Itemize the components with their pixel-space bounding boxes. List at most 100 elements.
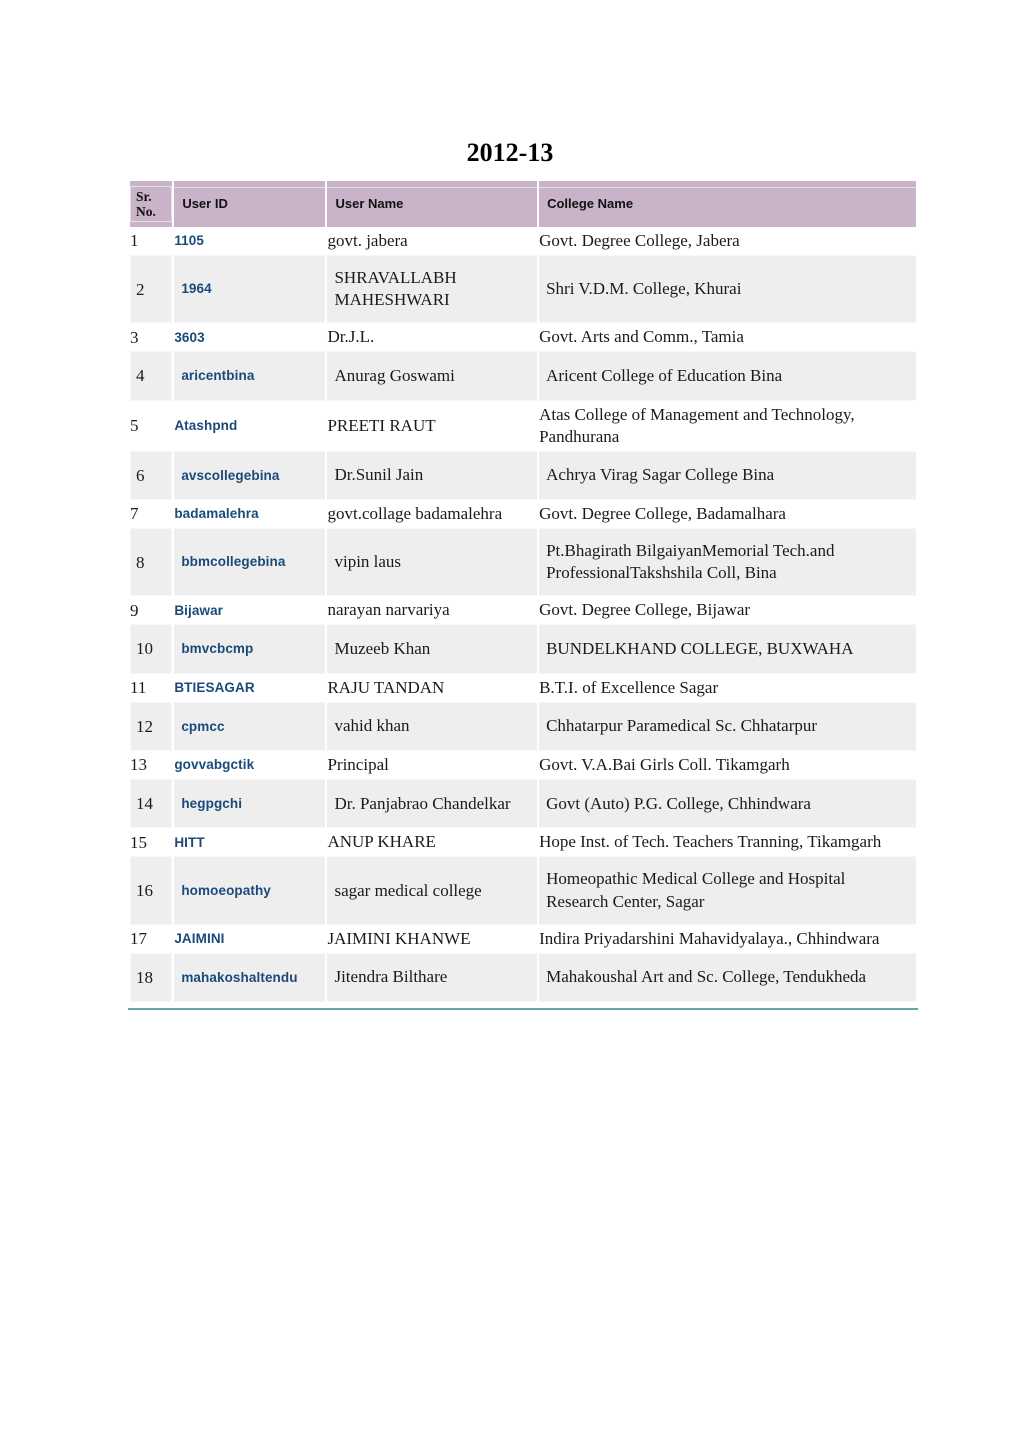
- table-row: 12 cpmcc vahid khan Chhatarpur Paramedical …: [130, 701, 916, 752]
- cell-user-name: Dr. Panjabrao Chandelkar: [327, 779, 538, 829]
- cell-user-id: bbmcollegebina: [174, 528, 326, 597]
- cell-user-name: ANUP KHARE: [327, 831, 538, 854]
- cell-user-id: homoeopathy: [174, 856, 326, 925]
- cell-sr-no: 14: [130, 779, 173, 829]
- cell-sr-no: 17: [130, 927, 173, 950]
- cell-user-id: Bijawar: [174, 599, 326, 622]
- table-row: 15 HITT ANUP KHARE Hope Inst. of Tech. Teac…: [130, 831, 916, 854]
- cell-user-id: mahakoshaltendu: [174, 952, 326, 1002]
- cell-user-name: govt. jabera: [327, 230, 538, 253]
- cell-user-id: 1964: [174, 255, 326, 324]
- table-row: 10 bmvcbcmp Muzeeb Khan BUNDELKHAND COLLEGE…: [130, 624, 916, 674]
- cell-college-name: Shri V.D.M. College, Khurai: [539, 255, 916, 324]
- cell-user-id: hegpgchi: [174, 779, 326, 829]
- table-row: 3 3603 Dr.J.L. Govt. Arts and Comm., Tamia: [130, 326, 916, 349]
- user-table-container: Sr. No. User ID User Name College Name 11…: [128, 178, 918, 1010]
- cell-user-name: SHRAVALLABH MAHESHWARI: [327, 255, 538, 324]
- cell-college-name: Hope Inst. of Tech. Teachers Tranning, T…: [539, 831, 916, 854]
- cell-sr-no: 16: [130, 856, 173, 925]
- cell-user-name: Dr.J.L.: [327, 326, 538, 349]
- table-row: 4 aricentbina Anurag Goswami Aricent Colleg…: [130, 351, 916, 401]
- table-row: 5 Atashpnd PREETI RAUT Atas College of Mana…: [130, 403, 916, 448]
- cell-sr-no: 9: [130, 599, 173, 622]
- cell-user-id: 3603: [174, 326, 326, 349]
- cell-college-name: B.T.I. of Excellence Sagar: [539, 676, 916, 699]
- document-page: 2012-13 Sr. No. User ID User Name Colleg…: [0, 0, 1020, 1443]
- table-header-row: Sr. No. User ID User Name College Name: [130, 181, 916, 227]
- cell-college-name: Atas College of Management and Technolog…: [539, 403, 916, 448]
- table-row: 8 bbmcollegebina vipin laus Pt.Bhagirath Bi…: [130, 528, 916, 597]
- cell-sr-no: 18: [130, 952, 173, 1002]
- cell-user-name: Anurag Goswami: [327, 351, 538, 401]
- table-row: 13 govvabgctik Principal Govt. V.A.Bai Girl…: [130, 754, 916, 777]
- cell-sr-no: 10: [130, 624, 173, 674]
- cell-college-name: Govt (Auto) P.G. College, Chhindwara: [539, 779, 916, 829]
- cell-college-name: Govt. Degree College, Bijawar: [539, 599, 916, 622]
- cell-college-name: BUNDELKHAND COLLEGE, BUXWAHA: [539, 624, 916, 674]
- cell-college-name: Mahakoushal Art and Sc. College, Tendukh…: [539, 952, 916, 1002]
- table-row: 2 1964 SHRAVALLABH MAHESHWARI Shri V.D.M. C…: [130, 255, 916, 324]
- column-header-sr-no-label: Sr. No.: [130, 185, 173, 223]
- column-header-user-name: User Name: [327, 181, 538, 227]
- cell-user-name: Dr.Sunil Jain: [327, 450, 538, 501]
- column-header-sr-no: Sr. No.: [130, 181, 173, 227]
- cell-sr-no: 11: [130, 676, 173, 699]
- table-row: 1 1105 govt. jabera Govt. Degree College, J…: [130, 230, 916, 253]
- cell-sr-no: 3: [130, 326, 173, 349]
- table-row: 18 mahakoshaltendu Jitendra Bilthare Mahako…: [130, 952, 916, 1002]
- cell-college-name: Achrya Virag Sagar College Bina: [539, 450, 916, 501]
- cell-college-name: Pt.Bhagirath BilgaiyanMemorial Tech.and …: [539, 528, 916, 597]
- cell-college-name: Aricent College of Education Bina: [539, 351, 916, 401]
- cell-user-name: govt.collage badamalehra: [327, 503, 538, 526]
- table-row: 11 BTIESAGAR RAJU TANDAN B.T.I. of Excellen…: [130, 676, 916, 699]
- cell-user-id: bmvcbcmp: [174, 624, 326, 674]
- cell-user-name: JAIMINI KHANWE: [327, 927, 538, 950]
- column-header-college-name-label: College Name: [539, 187, 916, 221]
- cell-user-name: PREETI RAUT: [327, 403, 538, 448]
- cell-user-name: Principal: [327, 754, 538, 777]
- cell-sr-no: 6: [130, 450, 173, 501]
- cell-sr-no: 12: [130, 701, 173, 752]
- cell-college-name: Indira Priyadarshini Mahavidyalaya., Chh…: [539, 927, 916, 950]
- table-row: 16 homoeopathy sagar medical college Homeop…: [130, 856, 916, 925]
- table-header: Sr. No. User ID User Name College Name: [130, 181, 916, 227]
- cell-user-name: narayan narvariya: [327, 599, 538, 622]
- cell-sr-no: 13: [130, 754, 173, 777]
- cell-user-id: 1105: [174, 230, 326, 253]
- cell-sr-no: 15: [130, 831, 173, 854]
- cell-college-name: Govt. Degree College, Badamalhara: [539, 503, 916, 526]
- page-title: 2012-13: [466, 138, 554, 167]
- cell-college-name: Govt. Arts and Comm., Tamia: [539, 326, 916, 349]
- column-header-user-name-label: User Name: [327, 187, 538, 221]
- cell-sr-no: 1: [130, 230, 173, 253]
- cell-sr-no: 4: [130, 351, 173, 401]
- cell-college-name: Homeopathic Medical College and Hospital…: [539, 856, 916, 925]
- cell-user-name: sagar medical college: [327, 856, 538, 925]
- cell-user-name: vahid khan: [327, 701, 538, 752]
- cell-user-id: Atashpnd: [174, 403, 326, 448]
- cell-college-name: Govt. Degree College, Jabera: [539, 230, 916, 253]
- table-row: 17 JAIMINI JAIMINI KHANWE Indira Priyadarsh…: [130, 927, 916, 950]
- cell-sr-no: 8: [130, 528, 173, 597]
- cell-user-id: govvabgctik: [174, 754, 326, 777]
- table-body: 1 1105 govt. jabera Govt. Degree College, J…: [130, 230, 916, 1002]
- cell-user-id: BTIESAGAR: [174, 676, 326, 699]
- cell-college-name: Govt. V.A.Bai Girls Coll. Tikamgarh: [539, 754, 916, 777]
- column-header-user-id: User ID: [174, 181, 326, 227]
- cell-sr-no: 2: [130, 255, 173, 324]
- table-row: 6 avscollegebina Dr.Sunil Jain Achrya Virag…: [130, 450, 916, 501]
- column-header-college-name: College Name: [539, 181, 916, 227]
- cell-user-name: Muzeeb Khan: [327, 624, 538, 674]
- cell-user-id: cpmcc: [174, 701, 326, 752]
- cell-college-name: Chhatarpur Paramedical Sc. Chhatarpur: [539, 701, 916, 752]
- table-row: 9 Bijawar narayan narvariya Govt. Degree Co…: [130, 599, 916, 622]
- cell-user-name: RAJU TANDAN: [327, 676, 538, 699]
- table-row: 14 hegpgchi Dr. Panjabrao Chandelkar Govt (…: [130, 779, 916, 829]
- cell-user-id: avscollegebina: [174, 450, 326, 501]
- user-college-table: Sr. No. User ID User Name College Name 11…: [128, 178, 918, 1005]
- cell-user-id: badamalehra: [174, 503, 326, 526]
- cell-user-name: vipin laus: [327, 528, 538, 597]
- cell-sr-no: 5: [130, 403, 173, 448]
- cell-user-id: aricentbina: [174, 351, 326, 401]
- cell-user-id: HITT: [174, 831, 326, 854]
